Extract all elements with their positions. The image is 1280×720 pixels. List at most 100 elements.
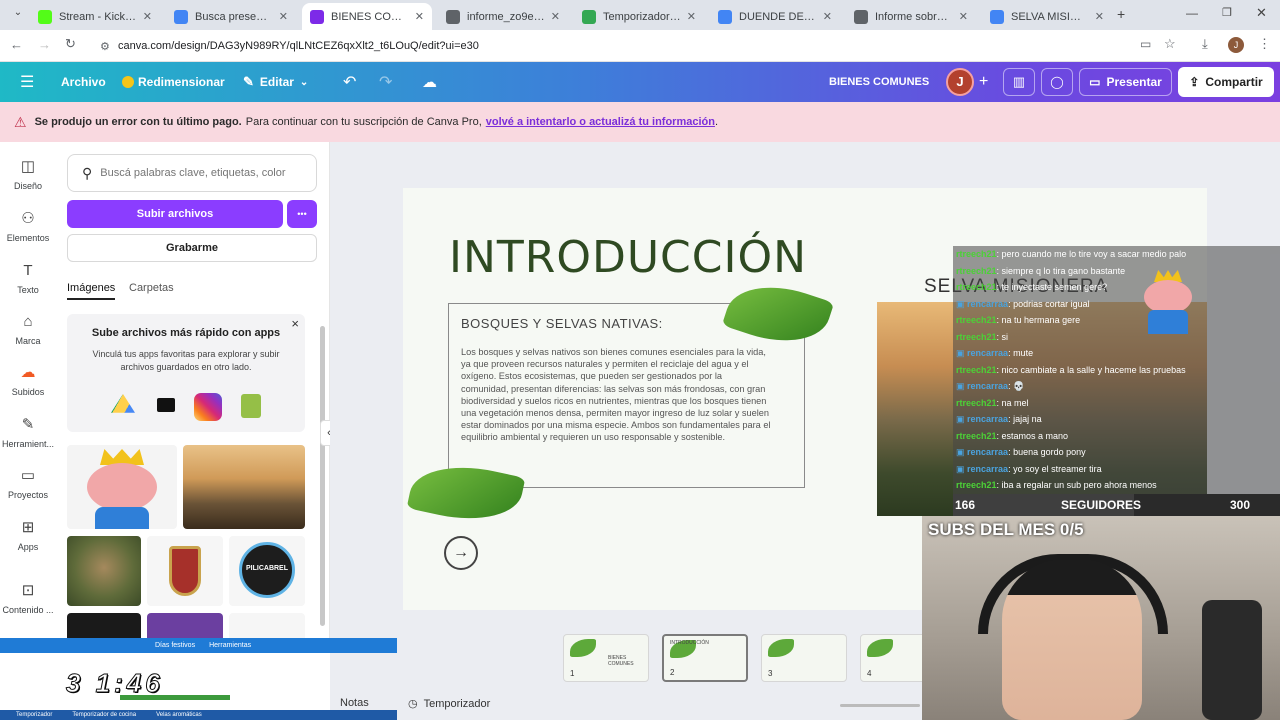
timer-tab-velas[interactable]: Velas aromáticas xyxy=(156,712,202,718)
undo-icon[interactable]: ↶ xyxy=(343,62,356,102)
google-drive-icon[interactable] xyxy=(111,394,135,413)
thumbnail-3[interactable]: 3 xyxy=(761,634,847,682)
slide-title[interactable]: INTRODUCCIÓN xyxy=(449,232,807,283)
add-collaborator-button[interactable]: + xyxy=(979,62,988,102)
chat-text: : estamos a mano xyxy=(996,430,1069,441)
panel-scrollbar[interactable] xyxy=(320,326,325,626)
promo-card: × Sube archivos más rápido con apps Vinc… xyxy=(67,314,305,432)
rail-label: Elementos xyxy=(6,233,50,243)
image-pilicabrel-logo[interactable]: PILICABREL xyxy=(229,536,305,606)
thumbnail-1[interactable]: BIENES COMUNES 1 xyxy=(563,634,649,682)
rail-label: Apps xyxy=(17,542,39,552)
download-icon[interactable]: ⤓ xyxy=(1202,36,1208,52)
chat-message: ▣ rencarraa: yo soy el streamer tira xyxy=(953,461,1280,478)
browser-menu-icon[interactable]: ⋮ xyxy=(1258,36,1271,52)
search-box[interactable]: ⚲ xyxy=(67,154,317,192)
rail-item-5[interactable]: ☁ Subidos xyxy=(0,364,56,397)
presentar-button[interactable]: ▭ Presentar xyxy=(1079,68,1172,96)
tab-search-button[interactable]: ⌄ xyxy=(10,7,26,23)
timer-tab-herramientas[interactable]: Herramientas xyxy=(209,642,251,649)
tab-carpetas[interactable]: Carpetas xyxy=(129,282,174,294)
rail-item-9[interactable]: ⊡ Contenido ... xyxy=(0,582,56,615)
cloud-save-icon[interactable]: ☁ xyxy=(422,62,437,102)
browser-tab-2[interactable]: Busca presentacione ✕ xyxy=(166,3,296,30)
capcut-icon[interactable] xyxy=(157,398,175,412)
reload-icon[interactable]: ↻ xyxy=(65,36,76,52)
thumbnail-text: BIENES COMUNES xyxy=(608,655,634,667)
image-landscape[interactable] xyxy=(183,445,305,529)
comments-icon[interactable]: ◯ xyxy=(1041,68,1073,96)
chat-message: rtreech21: te inyectaste semen gere? xyxy=(953,279,1280,296)
promo-title: Sube archivos más rápido con apps xyxy=(91,327,281,339)
retry-payment-link[interactable]: volvé a intentarlo o actualizá tu inform… xyxy=(486,116,715,128)
followers-current: 166 xyxy=(955,498,976,512)
rail-item-4[interactable]: ⌂ Marca xyxy=(0,313,56,346)
upload-more-button[interactable]: ••• xyxy=(287,200,317,228)
close-tab-icon[interactable]: ✕ xyxy=(959,10,968,23)
close-tab-icon[interactable]: ✕ xyxy=(1095,10,1104,23)
browser-tab-8[interactable]: SELVA MISIONERA ✕ xyxy=(982,3,1112,30)
browser-tab-1[interactable]: Stream - Kick Dashb ✕ xyxy=(30,3,160,30)
minimize-button[interactable]: — xyxy=(1186,6,1198,20)
chat-text: : na mel xyxy=(996,397,1029,408)
image-liverpool-crest[interactable] xyxy=(147,536,223,606)
rail-item-1[interactable]: ◫ Diseño xyxy=(0,158,56,191)
zoom-slider[interactable] xyxy=(840,704,920,707)
close-tab-icon[interactable]: ✕ xyxy=(687,10,696,23)
rail-item-6[interactable]: ✎ Herramient... xyxy=(0,416,56,449)
instagram-icon[interactable] xyxy=(194,393,222,421)
timer-tab-cocina[interactable]: Temporizador de cocina xyxy=(72,712,136,718)
rail-label: Herramient... xyxy=(1,439,54,449)
timer-tab-temporizador[interactable]: Temporizador xyxy=(16,712,52,718)
bookmark-star-icon[interactable]: ☆ xyxy=(1164,36,1176,52)
back-icon[interactable]: ← xyxy=(10,37,23,52)
close-window-button[interactable]: ✕ xyxy=(1256,5,1267,21)
close-tab-icon[interactable]: ✕ xyxy=(143,10,152,23)
rail-item-7[interactable]: ▭ Proyectos xyxy=(0,467,56,500)
close-tab-icon[interactable]: ✕ xyxy=(415,10,424,23)
close-tab-icon[interactable]: ✕ xyxy=(551,10,560,23)
close-tab-icon[interactable]: ✕ xyxy=(279,10,288,23)
browser-tab-7[interactable]: Informe sobre bosq ✕ xyxy=(846,3,976,30)
image-king-emote[interactable] xyxy=(67,445,177,529)
site-info-icon[interactable]: ⚙ xyxy=(100,40,110,53)
thumbnail-2[interactable]: INTRODUCCIÓN 2 xyxy=(662,634,748,682)
analytics-icon[interactable]: ▥ xyxy=(1003,68,1035,96)
compartir-button[interactable]: ⇪ Compartir xyxy=(1178,67,1274,97)
chat-username: rtreech21 xyxy=(956,315,997,325)
rail-item-8[interactable]: ⊞ Apps xyxy=(0,519,56,552)
forward-icon[interactable]: → xyxy=(38,37,51,52)
browser-tab-4[interactable]: informe_zo9eeeeee ✕ xyxy=(438,3,568,30)
temporizador-button[interactable]: ◷ Temporizador xyxy=(408,697,490,711)
redo-icon[interactable]: ↷ xyxy=(379,62,392,102)
timer-tab-festivos[interactable]: Días festivos xyxy=(155,642,195,649)
profile-avatar[interactable]: J xyxy=(1228,37,1244,53)
menu-icon[interactable]: ☰ xyxy=(20,62,34,102)
url-field[interactable]: ⚙ canva.com/design/DAG3yN989RY/qlLNtCEZ6… xyxy=(96,34,1126,58)
thumbnail-number: 3 xyxy=(768,669,773,678)
timer-progress xyxy=(120,695,230,700)
next-arrow-icon[interactable]: → xyxy=(444,536,478,570)
cast-icon[interactable]: ▭ xyxy=(1140,37,1151,51)
design-title[interactable]: BIENES COMUNES xyxy=(829,62,929,102)
editar-button[interactable]: ✎ Editar ⌄ xyxy=(243,62,308,102)
restore-button[interactable]: ❐ xyxy=(1222,6,1232,19)
image-tree-face[interactable] xyxy=(67,536,141,606)
upload-files-button[interactable]: Subir archivos xyxy=(67,200,283,228)
search-input[interactable] xyxy=(100,167,296,179)
redimensionar-button[interactable]: Redimensionar xyxy=(122,62,225,102)
shopify-icon[interactable] xyxy=(241,394,261,418)
chat-username: rencarraa xyxy=(967,298,1009,309)
collaborator-avatar[interactable]: J xyxy=(946,68,974,96)
archivo-button[interactable]: Archivo xyxy=(61,62,106,102)
record-button[interactable]: Grabarme xyxy=(67,234,317,262)
browser-tab-3[interactable]: BIENES COMUNES ✕ xyxy=(302,3,432,30)
rail-item-3[interactable]: T Texto xyxy=(0,262,56,295)
rail-item-2[interactable]: ⚇ Elementos xyxy=(0,210,56,243)
close-tab-icon[interactable]: ✕ xyxy=(823,10,832,23)
new-tab-button[interactable]: + xyxy=(1117,6,1125,22)
browser-tab-6[interactable]: DUENDE DE CLASH - ✕ xyxy=(710,3,840,30)
chat-text: : 💀 xyxy=(1008,381,1025,391)
browser-tab-5[interactable]: Temporizador Onlin ✕ xyxy=(574,3,704,30)
tab-imagenes[interactable]: Imágenes xyxy=(67,282,116,300)
